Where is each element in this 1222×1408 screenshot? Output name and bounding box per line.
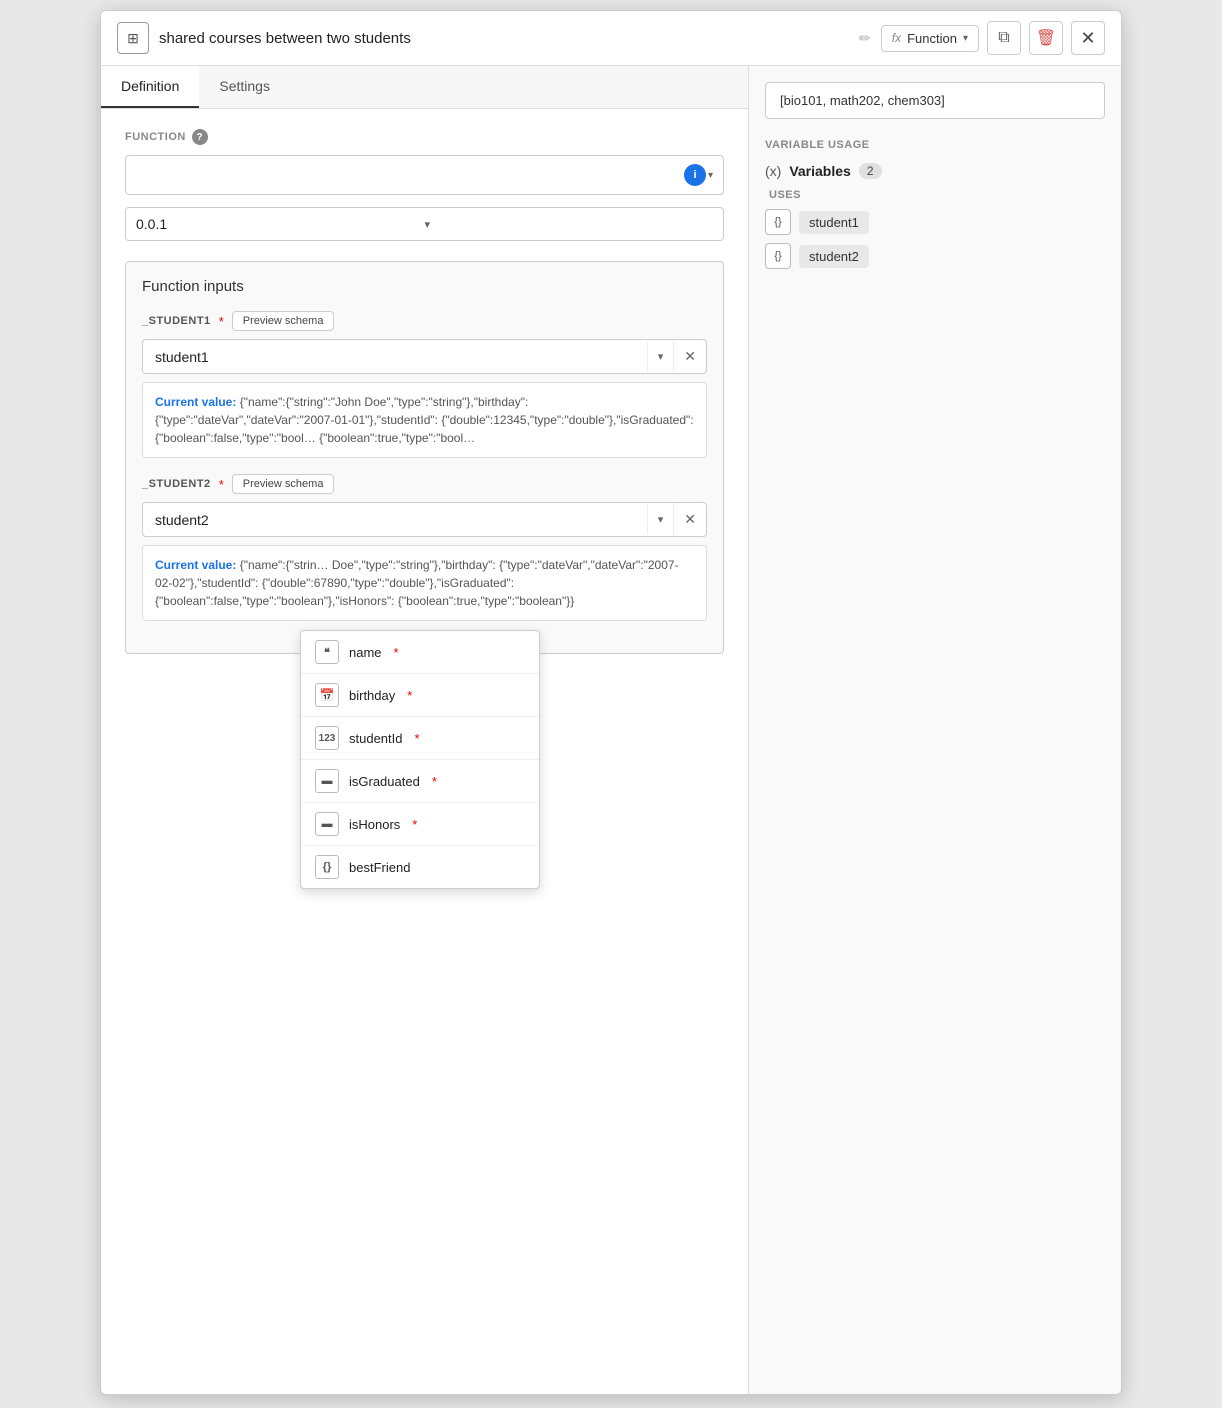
student1-variable-name: student1 <box>143 341 647 373</box>
schema-bestfriend-icon: {} <box>315 855 339 879</box>
modal-header: ⊞ shared courses between two students ✏ … <box>101 11 1121 66</box>
schema-item-name[interactable]: ❝ name * <box>301 631 539 674</box>
schema-ishonors-label: isHonors <box>349 817 400 832</box>
function-inputs-box: Function inputs _STUDENT1 * Preview sche… <box>125 261 724 654</box>
student2-section: _STUDENT2 * Preview schema student2 ▾ ✕ … <box>142 474 707 621</box>
schema-bestfriend-label: bestFriend <box>349 860 410 875</box>
student2-current-value-box: Current value: {"name":{"strin… Doe","ty… <box>142 545 707 621</box>
variables-icon: (x) <box>765 163 781 179</box>
student1-current-value-label: Current value: <box>155 395 236 409</box>
student2-label-row: _STUDENT2 * Preview schema <box>142 474 707 494</box>
schema-name-icon: ❝ <box>315 640 339 664</box>
student2-current-value-label: Current value: <box>155 558 236 572</box>
delete-button[interactable]: 🗑 <box>1029 21 1063 55</box>
function-name-input[interactable]: getSharedCourseCodes <box>136 167 684 183</box>
version-chevron: ▾ <box>425 218 714 231</box>
close-button[interactable]: ✕ <box>1071 21 1105 55</box>
schema-birthday-icon: 📅 <box>315 683 339 707</box>
student1-label: _STUDENT1 <box>142 315 211 327</box>
schema-item-studentid[interactable]: 123 studentId * <box>301 717 539 760</box>
schema-isgraduated-label: isGraduated <box>349 774 420 789</box>
schema-isgraduated-required: * <box>432 774 437 789</box>
schema-studentid-icon: 123 <box>315 726 339 750</box>
schema-studentid-label: studentId <box>349 731 403 746</box>
uses-label: USES <box>765 189 1105 201</box>
right-panel: [bio101, math202, chem303] VARIABLE USAG… <box>749 66 1121 1394</box>
header-icon: ⊞ <box>117 22 149 54</box>
variable-item-student2: {} student2 <box>765 243 1105 269</box>
schema-dropdown: ❝ name * 📅 birthday * 123 studentId * ▬ … <box>300 630 540 889</box>
student2-label: _STUDENT2 <box>142 478 211 490</box>
function-name-input-row: getSharedCourseCodes i ▾ <box>125 155 724 195</box>
variables-title: Variables <box>789 163 851 179</box>
student2-preview-schema-btn[interactable]: Preview schema <box>232 474 335 494</box>
definition-content: FUNCTION ? getSharedCourseCodes i ▾ 0.0.… <box>101 109 748 674</box>
function-dropdown-chevron: ▾ <box>963 33 968 44</box>
schema-ishonors-required: * <box>412 817 417 832</box>
tab-settings[interactable]: Settings <box>199 66 290 108</box>
student1-current-value-box: Current value: {"name":{"string":"John D… <box>142 382 707 458</box>
schema-birthday-label: birthday <box>349 688 395 703</box>
function-help-icon[interactable]: ? <box>192 129 208 145</box>
student1-close-btn[interactable]: ✕ <box>673 340 706 373</box>
variables-header: (x) Variables 2 <box>765 163 1105 179</box>
edit-title-icon[interactable]: ✏ <box>859 30 871 47</box>
schema-studentid-required: * <box>415 731 420 746</box>
header-actions: fx Function ▾ ⧉ 🗑 ✕ <box>881 21 1105 55</box>
modal-body: Definition Settings FUNCTION ? getShared… <box>101 66 1121 1394</box>
copy-button[interactable]: ⧉ <box>987 21 1021 55</box>
student2-required-star: * <box>219 477 224 492</box>
student1-var-name: student1 <box>799 211 869 234</box>
schema-name-required: * <box>394 645 399 660</box>
student2-close-btn[interactable]: ✕ <box>673 503 706 536</box>
result-value-box: [bio101, math202, chem303] <box>765 82 1105 119</box>
student1-variable-select: student1 ▾ ✕ <box>142 339 707 374</box>
student2-var-name: student2 <box>799 245 869 268</box>
schema-item-isgraduated[interactable]: ▬ isGraduated * <box>301 760 539 803</box>
schema-item-birthday[interactable]: 📅 birthday * <box>301 674 539 717</box>
modal-title: shared courses between two students <box>159 30 845 47</box>
function-section-label: FUNCTION ? <box>125 129 724 145</box>
function-inputs-title: Function inputs <box>142 278 707 295</box>
fx-icon: fx <box>892 31 901 45</box>
student1-var-icon: {} <box>765 209 791 235</box>
student2-variable-select: student2 ▾ ✕ <box>142 502 707 537</box>
student2-var-icon: {} <box>765 243 791 269</box>
schema-item-ishonors[interactable]: ▬ isHonors * <box>301 803 539 846</box>
function-info-button[interactable]: i <box>684 164 706 186</box>
student2-variable-name: student2 <box>143 504 647 536</box>
student1-preview-schema-btn[interactable]: Preview schema <box>232 311 335 331</box>
tab-bar: Definition Settings <box>101 66 748 109</box>
schema-name-label: name <box>349 645 382 660</box>
function-info-chevron[interactable]: ▾ <box>708 170 713 181</box>
student1-label-row: _STUDENT1 * Preview schema <box>142 311 707 331</box>
modal-container: ⊞ shared courses between two students ✏ … <box>100 10 1122 1395</box>
tab-definition[interactable]: Definition <box>101 66 199 108</box>
student1-current-value: {"name":{"string":"John Doe","type":"str… <box>155 395 694 445</box>
variables-count-badge: 2 <box>859 163 882 179</box>
student1-required-star: * <box>219 314 224 329</box>
student2-chevron-btn[interactable]: ▾ <box>647 505 674 534</box>
version-select[interactable]: 0.0.1 ▾ <box>125 207 724 241</box>
function-type-label: Function <box>907 31 957 46</box>
schema-isgraduated-icon: ▬ <box>315 769 339 793</box>
variable-usage-label: VARIABLE USAGE <box>765 139 1105 151</box>
schema-ishonors-icon: ▬ <box>315 812 339 836</box>
function-type-dropdown[interactable]: fx Function ▾ <box>881 25 979 52</box>
schema-birthday-required: * <box>407 688 412 703</box>
schema-item-bestfriend[interactable]: {} bestFriend <box>301 846 539 888</box>
student1-chevron-btn[interactable]: ▾ <box>647 342 674 371</box>
variable-item-student1: {} student1 <box>765 209 1105 235</box>
